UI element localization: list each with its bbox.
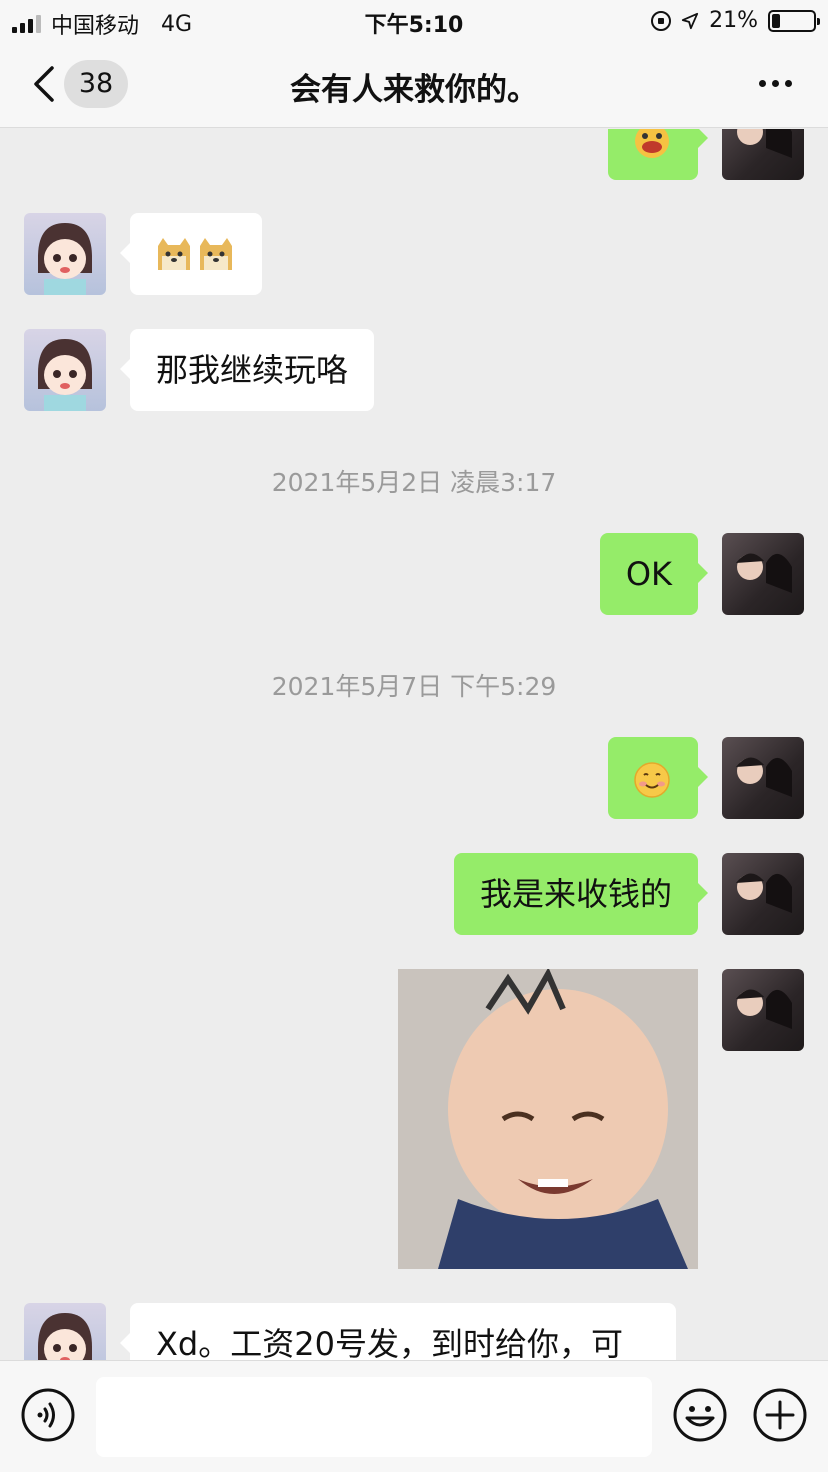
rotation-lock-icon: [651, 10, 672, 31]
cellular-signal-icon: [12, 15, 41, 33]
unread-count-badge[interactable]: 38: [64, 60, 128, 108]
outgoing-text-bubble[interactable]: OK: [599, 533, 709, 615]
battery-level: [772, 13, 781, 28]
chat-timestamp: 2021年5月2日 凌晨3:17: [271, 468, 557, 497]
message-input[interactable]: [96, 1377, 652, 1457]
battery-icon: [768, 9, 820, 32]
my-avatar[interactable]: [722, 737, 804, 819]
network-type: 4G: [161, 11, 193, 37]
smile-emoji-icon: [634, 762, 670, 798]
contact-avatar[interactable]: [24, 1303, 106, 1360]
status-right: 21%: [651, 8, 820, 33]
plus-icon[interactable]: [752, 1387, 808, 1443]
my-avatar[interactable]: [722, 129, 804, 180]
status-bar: 中国移动 4G 下午5:10 21%: [0, 0, 828, 42]
my-avatar[interactable]: [722, 969, 804, 1051]
input-bar: [0, 1360, 828, 1472]
incoming-text-bubble[interactable]: 那我继续玩咯: [119, 329, 375, 411]
voice-icon[interactable]: [20, 1387, 76, 1443]
battery-percent: 21%: [709, 8, 758, 33]
message-list[interactable]: 那我继续玩咯 2021年5月2日 凌晨3:17 OK 2021年5月7日 下午5…: [0, 129, 828, 1360]
location-arrow-icon: [681, 12, 699, 29]
contact-avatar[interactable]: [24, 213, 106, 295]
doge-face-icons: [158, 238, 232, 270]
my-avatar[interactable]: [722, 533, 804, 615]
grin-sticker-icon: [635, 129, 669, 158]
incoming-text-bubble[interactable]: Xd。工资20号发，到时给你，可: [120, 1303, 676, 1360]
outgoing-sticker-bubble[interactable]: [608, 129, 708, 180]
outgoing-emoji-bubble[interactable]: [608, 737, 708, 819]
chat-header: 38 会有人来救你的。: [0, 42, 828, 128]
contact-avatar[interactable]: [24, 329, 106, 411]
more-dots-icon[interactable]: [759, 80, 792, 87]
baby-meme-image[interactable]: [398, 969, 698, 1269]
status-left: 中国移动 4G: [12, 8, 192, 40]
chat-timestamp: 2021年5月7日 下午5:29: [271, 672, 557, 701]
outgoing-text-bubble[interactable]: 我是来收钱的: [453, 853, 709, 935]
my-avatar[interactable]: [722, 853, 804, 935]
chevron-left-icon[interactable]: [30, 64, 58, 104]
incoming-sticker-bubble[interactable]: [120, 213, 262, 295]
carrier-name: 中国移动: [51, 14, 140, 39]
emoji-icon[interactable]: [672, 1387, 728, 1443]
